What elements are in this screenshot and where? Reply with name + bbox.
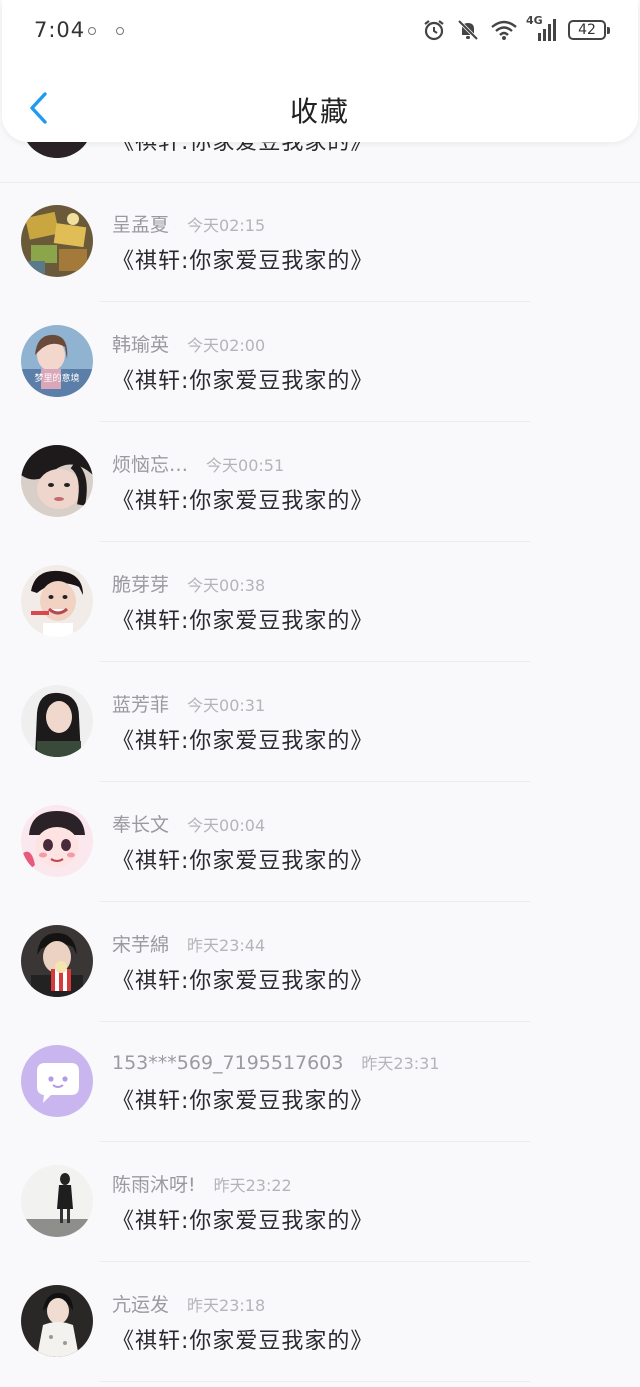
item-meta: 脆芽芽 今天00:38 (112, 570, 265, 597)
user-name[interactable]: 奉长文 (112, 810, 169, 837)
user-name[interactable]: 宋芋綿 (112, 930, 169, 957)
item-meta: 蓝芳菲 今天00:31 (112, 690, 265, 717)
list-item[interactable]: 陈雨沐呀! 昨天23:22 《祺轩:你家爱豆我家的》 (0, 1143, 640, 1262)
header: 7:04 4G 42 收藏 (2, 0, 638, 142)
divider (100, 1141, 530, 1142)
list-item[interactable]: 烦恼忘… 今天00:51 《祺轩:你家爱豆我家的》 (0, 423, 640, 542)
user-name[interactable]: 呈孟夏 (112, 210, 169, 237)
wifi-icon (490, 18, 518, 42)
divider (100, 781, 530, 782)
signal-icon: 4G (526, 14, 558, 43)
battery-level: 42 (578, 22, 596, 38)
battery-icon: 42 (568, 20, 610, 40)
timestamp: 昨天23:44 (187, 936, 266, 955)
timestamp: 今天02:15 (187, 216, 266, 235)
item-meta: 奉长文 今天00:04 (112, 810, 265, 837)
avatar[interactable] (21, 1165, 93, 1237)
timestamp: 今天00:51 (206, 456, 285, 475)
message-text: 《祺轩:你家爱豆我家的》 (112, 369, 374, 394)
status-bar: 7:04 4G 42 (2, 0, 638, 64)
list-item[interactable]: 宋芋綿 昨天23:44 《祺轩:你家爱豆我家的》 (0, 903, 640, 1022)
nav-bar: 收藏 (2, 76, 638, 140)
item-meta: 陈雨沐呀! 昨天23:22 (112, 1170, 292, 1197)
timestamp: 昨天23:22 (213, 1176, 292, 1195)
list-item[interactable]: 奉长文 今天00:04 《祺轩:你家爱豆我家的》 (0, 783, 640, 902)
avatar[interactable] (21, 805, 93, 877)
app-screen: 《祺轩:你家爱豆我家的》 呈孟夏 今天02:15 《祺轩:你家爱豆我家的》 梦里… (0, 0, 640, 1387)
item-meta: 呈孟夏 今天02:15 (112, 210, 265, 237)
divider (100, 421, 530, 422)
avatar[interactable] (21, 445, 93, 517)
status-icons: 4G 42 (422, 14, 610, 44)
divider (100, 301, 530, 302)
message-text: 《祺轩:你家爱豆我家的》 (112, 249, 374, 274)
avatar[interactable] (21, 1045, 93, 1117)
avatar[interactable] (21, 925, 93, 997)
item-meta: 烦恼忘… 今天00:51 (112, 450, 284, 477)
divider (100, 1261, 530, 1262)
item-meta: 亢运发 昨天23:18 (112, 1290, 265, 1317)
timestamp: 今天00:31 (187, 696, 266, 715)
timestamp: 昨天23:31 (361, 1054, 440, 1073)
mute-bell-icon (456, 18, 480, 42)
list-item[interactable]: 153***569_7195517603 昨天23:31 《祺轩:你家爱豆我家的… (0, 1023, 640, 1142)
message-text: 《祺轩:你家爱豆我家的》 (112, 729, 374, 754)
item-meta: 153***569_7195517603 昨天23:31 (112, 1050, 440, 1074)
message-text: 《祺轩:你家爱豆我家的》 (112, 1089, 374, 1114)
avatar[interactable] (21, 1285, 93, 1357)
divider (100, 1021, 530, 1022)
timestamp: 今天00:38 (187, 576, 266, 595)
divider (100, 1381, 530, 1382)
user-name[interactable]: 韩瑜英 (112, 330, 169, 357)
message-text: 《祺轩:你家爱豆我家的》 (112, 969, 374, 994)
timestamp: 今天02:00 (187, 336, 266, 355)
user-name[interactable]: 亢运发 (112, 1290, 169, 1317)
timestamp: 今天00:04 (187, 816, 266, 835)
divider (100, 541, 530, 542)
item-meta: 宋芋綿 昨天23:44 (112, 930, 265, 957)
timestamp: 昨天23:18 (187, 1296, 266, 1315)
divider (100, 661, 530, 662)
network-type-label: 4G (526, 14, 543, 27)
avatar[interactable] (21, 685, 93, 757)
alarm-icon (422, 18, 446, 42)
list-item[interactable]: 脆芽芽 今天00:38 《祺轩:你家爱豆我家的》 (0, 543, 640, 662)
user-name[interactable]: 153***569_7195517603 (112, 1052, 343, 1074)
notification-dot-icon (88, 27, 96, 35)
avatar-caption: 梦里的意境 (34, 372, 79, 384)
avatar[interactable] (21, 565, 93, 637)
message-text: 《祺轩:你家爱豆我家的》 (112, 1329, 374, 1354)
list-item[interactable]: 蓝芳菲 今天00:31 《祺轩:你家爱豆我家的》 (0, 663, 640, 782)
list-item[interactable]: 梦里的意境 韩瑜英 今天02:00 《祺轩:你家爱豆我家的》 (0, 303, 640, 422)
status-time: 7:04 (34, 18, 86, 42)
page-title: 收藏 (289, 95, 350, 128)
avatar[interactable] (21, 205, 93, 277)
user-name[interactable]: 脆芽芽 (112, 570, 169, 597)
notification-dot-icon (116, 27, 124, 35)
user-name[interactable]: 烦恼忘… (112, 450, 188, 477)
message-text: 《祺轩:你家爱豆我家的》 (112, 1209, 374, 1234)
user-name[interactable]: 蓝芳菲 (112, 690, 169, 717)
list-item[interactable]: 亢运发 昨天23:18 《祺轩:你家爱豆我家的》 (0, 1263, 640, 1382)
divider (100, 901, 530, 902)
list-item[interactable]: 呈孟夏 今天02:15 《祺轩:你家爱豆我家的》 (0, 183, 640, 302)
avatar[interactable]: 梦里的意境 (21, 325, 93, 397)
message-text: 《祺轩:你家爱豆我家的》 (112, 609, 374, 634)
message-text: 《祺轩:你家爱豆我家的》 (112, 849, 374, 874)
user-name[interactable]: 陈雨沐呀! (112, 1170, 196, 1197)
item-meta: 韩瑜英 今天02:00 (112, 330, 265, 357)
message-text: 《祺轩:你家爱豆我家的》 (112, 489, 374, 514)
